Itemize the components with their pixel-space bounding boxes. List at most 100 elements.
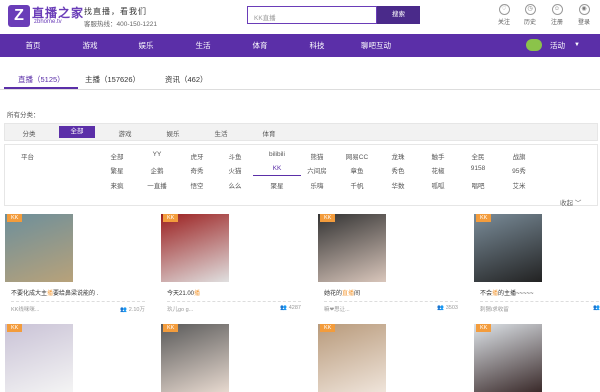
stream-thumbnail[interactable] xyxy=(5,324,73,392)
platform-item[interactable]: 悟空 xyxy=(177,180,217,190)
result-tabs: 直播（5125） 主播（157626） 资讯（462） xyxy=(0,70,600,90)
platform-item[interactable]: 乐嗨 xyxy=(297,180,337,190)
platform-item[interactable]: 章鱼 xyxy=(337,165,377,175)
follow-button[interactable]: ♡ 关注 xyxy=(492,4,516,26)
history-button[interactable]: ◷ 历史 xyxy=(518,4,542,26)
collapse-toggle[interactable]: 收起 ﹀ xyxy=(560,197,581,207)
category-life[interactable]: 生活 xyxy=(203,128,239,138)
platform-item[interactable]: 艾米 xyxy=(499,180,539,190)
platform-item[interactable]: 花椒 xyxy=(418,165,458,175)
platform-item[interactable]: 来疯 xyxy=(97,180,137,190)
stream-title-text: 今天21.00 xyxy=(167,291,195,297)
viewer-count-value: 3503 xyxy=(445,305,458,311)
platform-item[interactable]: 斗鱼 xyxy=(215,151,255,161)
category-filter: 分类 全部 游戏 娱乐 生活 体育 xyxy=(4,123,598,141)
all-categories-label: 所有分类： xyxy=(7,112,40,119)
platform-item[interactable]: 繁星 xyxy=(97,165,137,175)
stream-title-text: 她花的 xyxy=(324,291,343,297)
login-label: 登录 xyxy=(577,20,590,26)
main-nav: 首页 游戏 娱乐 生活 体育 科技 聊吧互动 活动 ▼ xyxy=(0,34,600,57)
slogan: 找直播，看我们 xyxy=(84,7,147,16)
header: Z 直播之家 zbhome.tv 找直播，看我们 客服热线：400-150-12… xyxy=(0,0,600,34)
stream-thumbnail[interactable] xyxy=(474,214,542,282)
platform-item[interactable]: 么么 xyxy=(215,180,255,190)
streamer-name[interactable]: KK线咪咪... xyxy=(11,307,39,313)
platform-item[interactable]: KK xyxy=(257,165,297,172)
platform-item[interactable]: 熊猫 xyxy=(297,151,337,161)
register-button[interactable]: ☺ 注册 xyxy=(545,4,569,26)
nav-item-chat[interactable]: 聊吧互动 xyxy=(348,34,404,57)
activity-dropdown[interactable]: 活动 ▼ xyxy=(520,38,586,53)
viewers-icon: 👥 xyxy=(120,307,129,313)
category-sports[interactable]: 体育 xyxy=(251,128,287,138)
viewer-count: 👥 3503 xyxy=(437,305,458,311)
platform-item[interactable]: 龙珠 xyxy=(378,151,418,161)
stream-meta: KK线咪咪... 👥 2.10万 xyxy=(11,301,145,313)
stream-title-highlight: 播 xyxy=(194,291,201,297)
platform-item[interactable]: 呱呱 xyxy=(418,180,458,190)
nav-item-life[interactable]: 生活 xyxy=(178,34,228,57)
platform-item[interactable]: 六间房 xyxy=(297,165,337,175)
platform-item[interactable]: 战旗 xyxy=(499,151,539,161)
platform-item[interactable]: 虎牙 xyxy=(177,151,217,161)
platform-item[interactable]: 企鹅 xyxy=(137,165,177,175)
chevron-down-icon: ﹀ xyxy=(574,200,582,207)
platform-item[interactable]: 奇秀 xyxy=(177,165,217,175)
category-games[interactable]: 游戏 xyxy=(107,128,143,138)
tab-live[interactable]: 直播（5125） xyxy=(18,74,65,85)
search-button[interactable]: 搜索 xyxy=(377,6,420,24)
platform-item[interactable]: 全民 xyxy=(458,151,498,161)
platform-badge: KK xyxy=(476,214,492,222)
viewers-icon: 👥 xyxy=(437,305,446,311)
stream-thumbnail[interactable] xyxy=(161,324,229,392)
platform-item[interactable]: 一直播 xyxy=(137,180,177,190)
logo-subtitle: zbhome.tv xyxy=(34,19,62,25)
platform-badge: KK xyxy=(163,214,179,222)
platform-item[interactable]: 全部 xyxy=(97,151,137,161)
tab-anchors[interactable]: 主播（157626） xyxy=(85,74,140,85)
nav-item-home[interactable]: 首页 xyxy=(8,34,58,57)
category-label: 分类 xyxy=(22,131,36,138)
stream-thumbnail[interactable] xyxy=(318,324,386,392)
nav-item-sports[interactable]: 体育 xyxy=(235,34,285,57)
platform-item[interactable]: bilibili xyxy=(257,151,297,158)
category-all[interactable]: 全部 xyxy=(59,126,95,138)
stream-title-text: 的主播~~~~~ xyxy=(498,291,534,297)
stream-title[interactable]: 今天21.00播 xyxy=(167,288,200,297)
platform-item[interactable]: 聚星 xyxy=(257,180,297,190)
stream-thumbnail[interactable] xyxy=(474,324,542,392)
platform-item[interactable]: YY xyxy=(137,151,177,158)
platform-item[interactable]: 华数 xyxy=(378,180,418,190)
streamer-name[interactable]: 玖儿go g... xyxy=(167,307,193,313)
platform-badge: KK xyxy=(163,324,179,332)
stream-title[interactable]: 她花的直播间 xyxy=(324,288,360,297)
platform-item[interactable]: 触手 xyxy=(418,151,458,161)
login-button[interactable]: ◉ 登录 xyxy=(572,4,596,26)
logo-icon[interactable]: Z xyxy=(8,5,30,27)
platform-item[interactable]: 网易CC xyxy=(337,151,377,161)
platform-badge: KK xyxy=(320,324,336,332)
platform-filter: 平台 全部 YY 虎牙 斗鱼 bilibili 熊猫 网易CC 龙珠 触手 全民 战旗 繁星 企鹅 奇秀火… xyxy=(4,144,598,206)
platform-item[interactable]: 火猫 xyxy=(215,165,255,175)
platform-item[interactable]: 9158 xyxy=(458,165,498,172)
stream-title[interactable]: 不会播的主播~~~~~ xyxy=(480,288,534,297)
history-label: 历史 xyxy=(523,20,536,26)
platform-item[interactable]: 95秀 xyxy=(499,165,539,175)
viewer-count: 👥 3378 xyxy=(593,305,600,311)
streamer-name[interactable]: 嘛❤思让... xyxy=(324,307,350,313)
stream-title-text: 间 xyxy=(354,291,361,297)
stream-thumbnail[interactable] xyxy=(318,214,386,282)
platform-item[interactable]: 唱吧 xyxy=(458,180,498,190)
streamer-name[interactable]: 刺猬i求收留 xyxy=(480,307,509,313)
nav-item-entertainment[interactable]: 娱乐 xyxy=(121,34,171,57)
stream-title[interactable]: 不要化成大主播要给鼻梁说能的 . xyxy=(11,288,98,297)
nav-item-tech[interactable]: 科技 xyxy=(292,34,342,57)
stream-thumbnail[interactable] xyxy=(161,214,229,282)
platform-item[interactable]: 秀色 xyxy=(378,165,418,175)
nav-item-games[interactable]: 游戏 xyxy=(65,34,115,57)
tab-news[interactable]: 资讯（462） xyxy=(165,74,208,85)
stream-thumbnail[interactable] xyxy=(5,214,73,282)
category-entertainment[interactable]: 娱乐 xyxy=(155,128,191,138)
search-input[interactable]: KK直播 xyxy=(247,6,377,24)
platform-item[interactable]: 千帆 xyxy=(337,180,377,190)
